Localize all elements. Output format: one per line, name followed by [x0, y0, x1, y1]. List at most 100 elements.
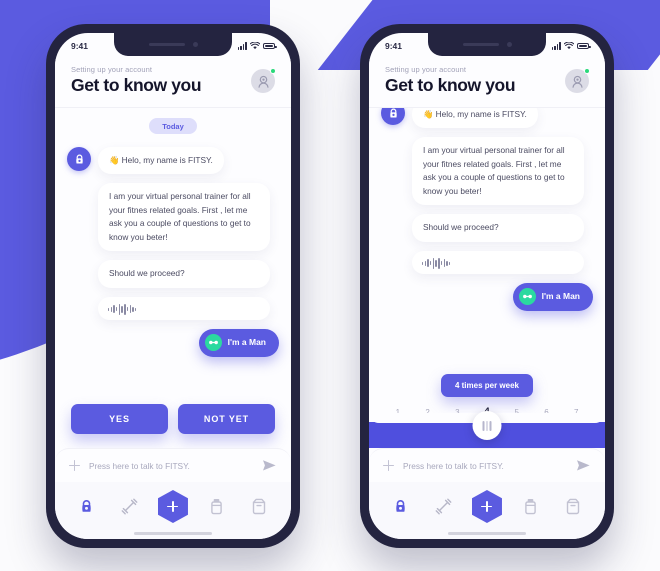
day-label: Today: [149, 118, 197, 134]
signal-bars-icon: [551, 42, 561, 50]
online-status-dot: [270, 68, 276, 74]
status-bar: 9:41: [55, 33, 291, 59]
page-title: Get to know you: [71, 75, 202, 95]
phone-mockup-left: 9:41 Setting up your account Get to know…: [46, 24, 300, 548]
voice-waveform-icon: [108, 303, 260, 315]
add-attachment-icon[interactable]: [69, 460, 80, 471]
yes-button[interactable]: YES: [71, 404, 168, 434]
page-header: Setting up your account Get to know you: [369, 59, 605, 107]
message-row: 👋 Helo, my name is FITSY.: [381, 108, 593, 129]
chat-bubble-bot: Should we proceed?: [98, 260, 270, 288]
slider-grip-icon[interactable]: [472, 411, 502, 440]
lunch-bag-icon: [253, 498, 266, 515]
battery-icon: [263, 42, 277, 50]
not-yet-button[interactable]: NOT YET: [178, 404, 275, 434]
chat-bubble-bot: 👋 Helo, my name is FITSY.: [412, 108, 538, 129]
battery-icon: [577, 42, 591, 50]
supplement-bottle-icon: [524, 499, 536, 515]
sidebar-item-exercises[interactable]: [428, 493, 460, 521]
chat-bubble-voice-note[interactable]: [412, 250, 584, 274]
sidebar-item-supplements[interactable]: [514, 493, 546, 521]
chat-bubble-user-text: I'm a Man: [227, 336, 266, 347]
message-row: 👋 Helo, my name is FITSY.: [67, 147, 279, 175]
home-indicator-bar: [369, 528, 605, 539]
add-button[interactable]: [471, 489, 503, 524]
kettlebell-bot-avatar-icon: [67, 147, 91, 171]
bottom-nav: [55, 482, 291, 528]
chat-thread: Today 👋 Helo, my name is FITSY. I am you…: [55, 108, 291, 394]
avatar-glyph: [257, 75, 269, 88]
chat-bubble-user: I'm a Man: [513, 282, 593, 311]
sidebar-item-supplements[interactable]: [200, 493, 232, 521]
online-status-dot: [584, 68, 590, 74]
sidebar-item-workouts[interactable]: [71, 493, 103, 521]
kettlebell-icon: [396, 500, 405, 512]
sidebar-item-workouts[interactable]: [385, 493, 417, 521]
send-icon[interactable]: [262, 459, 277, 472]
chat-bubble-bot: 👋 Helo, my name is FITSY.: [98, 147, 224, 175]
bottom-nav: [369, 482, 605, 528]
header-subtitle: Setting up your account: [71, 65, 153, 74]
kettlebell-glyph: [389, 108, 397, 117]
header-subtitle: Setting up your account: [385, 65, 467, 74]
sidebar-item-nutrition[interactable]: [557, 493, 589, 521]
chat-bubble-bot: Should we proceed?: [412, 214, 584, 242]
frequency-slider-panel: 4 times per week 1 2 3 4 5 6 7: [369, 370, 605, 448]
avatar-glyph: [571, 75, 583, 88]
signal-bars-icon: [237, 42, 247, 50]
search-input[interactable]: Press here to talk to FITSY.: [89, 461, 253, 471]
plus-hexagon-icon: [471, 490, 502, 523]
add-attachment-icon[interactable]: [383, 460, 394, 471]
supplement-bottle-icon: [210, 499, 222, 515]
kettlebell-icon: [82, 500, 91, 512]
page-header: Setting up your account Get to know you: [55, 59, 291, 107]
sidebar-item-nutrition[interactable]: [243, 493, 275, 521]
gender-glyph: [522, 294, 532, 299]
home-indicator-bar: [55, 528, 291, 539]
screen-right: 9:41 Setting up your account Get to know…: [369, 33, 605, 539]
wifi-icon: [250, 42, 260, 50]
chat-bubble-bot: I am your virtual personal trainer for a…: [412, 137, 584, 206]
lunch-bag-icon: [567, 498, 580, 515]
add-button[interactable]: [157, 489, 189, 524]
status-time: 9:41: [385, 41, 403, 51]
message-input-bar[interactable]: Press here to talk to FITSY.: [369, 448, 605, 482]
page-title: Get to know you: [385, 75, 516, 95]
status-icons: [237, 42, 277, 50]
message-input-bar[interactable]: Press here to talk to FITSY.: [55, 448, 291, 482]
dumbbell-icon: [435, 498, 452, 515]
action-buttons: YES NOT YET: [55, 394, 291, 448]
status-bar: 9:41: [369, 33, 605, 59]
slider-value-tooltip: 4 times per week: [440, 374, 534, 397]
chat-thread: 👋 Helo, my name is FITSY. I am your virt…: [369, 108, 605, 370]
slider-track[interactable]: [369, 411, 605, 448]
status-time: 9:41: [71, 41, 89, 51]
chat-bubble-bot: I am your virtual personal trainer for a…: [98, 183, 270, 252]
plus-hexagon-icon: [157, 490, 188, 523]
search-input[interactable]: Press here to talk to FITSY.: [403, 461, 567, 471]
sidebar-item-exercises[interactable]: [114, 493, 146, 521]
chat-bubble-user: I'm a Man: [199, 328, 279, 357]
user-avatar-icon[interactable]: [565, 68, 590, 93]
screen-left: 9:41 Setting up your account Get to know…: [55, 33, 291, 539]
header-text: Setting up your account Get to know you: [71, 65, 202, 96]
header-text: Setting up your account Get to know you: [385, 65, 516, 96]
gender-male-icon: [518, 288, 536, 306]
kettlebell-bot-avatar-icon: [381, 108, 405, 125]
voice-waveform-icon: [422, 257, 574, 269]
message-row-user: I'm a Man: [67, 328, 279, 357]
kettlebell-glyph: [75, 154, 83, 163]
day-separator: Today: [67, 118, 279, 134]
slider-tooltip-row: 4 times per week: [369, 374, 605, 397]
message-row-user: I'm a Man: [381, 282, 593, 311]
gender-male-icon: [204, 334, 222, 352]
status-icons: [551, 42, 591, 50]
gender-glyph: [208, 340, 218, 345]
wifi-icon: [564, 42, 574, 50]
dumbbell-icon: [121, 498, 138, 515]
phone-mockup-right: 9:41 Setting up your account Get to know…: [360, 24, 614, 548]
user-avatar-icon[interactable]: [251, 68, 276, 93]
chat-bubble-voice-note[interactable]: [98, 296, 270, 320]
send-icon[interactable]: [576, 459, 591, 472]
chat-bubble-user-text: I'm a Man: [541, 290, 580, 301]
